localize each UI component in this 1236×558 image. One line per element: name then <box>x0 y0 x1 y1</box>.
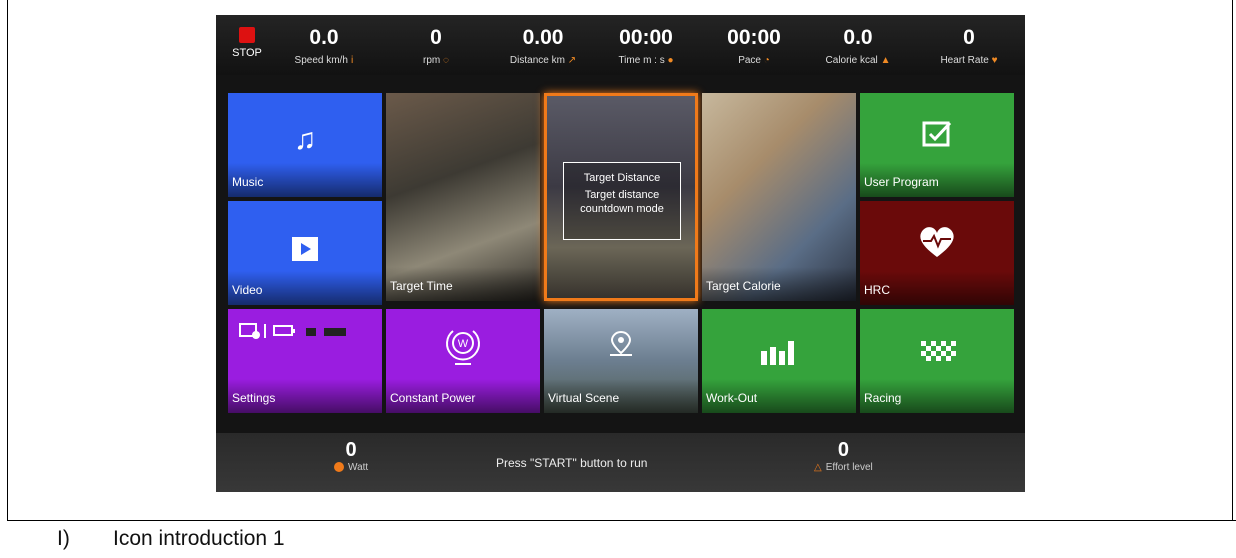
pace-icon: ◔ <box>763 55 770 66</box>
distance-label: Distance km <box>509 55 565 66</box>
calorie-label: Calorie kcal <box>825 55 878 66</box>
rpm-metric: 0 rpm ◌ <box>396 26 476 67</box>
effort-label: Effort level <box>825 462 873 473</box>
tile-target-distance[interactable]: Target Distance Target distance countdow… <box>544 93 698 301</box>
checkered-flag-icon <box>860 337 1014 371</box>
bar-chart-icon <box>702 339 856 373</box>
watt-label: Watt <box>348 462 369 473</box>
stop-label: STOP <box>232 47 262 59</box>
tile-user-program-label: User Program <box>864 175 939 189</box>
effort-readout: 0 △ Effort level <box>814 439 873 473</box>
heart-rate-value: 0 <box>963 26 975 49</box>
target-distance-title: Target Distance <box>583 172 661 184</box>
tile-hrc-label: HRC <box>864 283 890 297</box>
heart-pulse-icon <box>860 225 1014 267</box>
stop-button[interactable]: STOP <box>218 23 276 71</box>
distance-icon: ↗ <box>567 55 577 66</box>
speed-value: 0.0 <box>309 26 339 49</box>
speed-metric: 0.0 Speed km/h ⅰ <box>274 26 374 67</box>
tile-work-out-label: Work-Out <box>706 391 758 405</box>
caption-text: Icon introduction 1 <box>113 527 285 550</box>
target-distance-desc-2: countdown mode <box>580 203 664 215</box>
speed-label: Speed km/h <box>294 55 348 66</box>
settings-icons <box>238 321 370 348</box>
distance-metric: 0.00 Distance km ↗ <box>490 26 596 67</box>
heart-icon: ♥ <box>991 55 998 66</box>
tile-virtual-scene[interactable]: Virtual Scene <box>544 309 698 413</box>
tile-music-label: Music <box>232 175 264 189</box>
tile-video[interactable]: Video <box>228 201 382 305</box>
figure-caption: I) Icon introduction 1 <box>57 527 285 551</box>
tile-video-label: Video <box>232 283 263 297</box>
tile-hrc[interactable]: HRC <box>860 201 1014 305</box>
pace-value: 00:00 <box>727 26 781 49</box>
start-prompt: Press "START" button to run <box>496 456 648 470</box>
rpm-label: rpm <box>423 55 441 66</box>
tile-constant-power-label: Constant Power <box>390 391 476 405</box>
distance-value: 0.00 <box>522 26 564 49</box>
heart-rate-metric: 0 Heart Rate ♥ <box>916 26 1022 67</box>
effort-icon: △ <box>814 462 822 473</box>
power-watt-icon: W <box>386 323 540 375</box>
watt-readout: 0 Watt <box>334 439 368 473</box>
watt-icon <box>334 462 344 473</box>
pace-metric: 00:00 Pace ◔ <box>706 26 802 67</box>
tile-virtual-scene-label: Virtual Scene <box>548 391 620 405</box>
tile-settings-label: Settings <box>232 391 276 405</box>
tile-target-time-label: Target Time <box>390 279 453 293</box>
map-pin-icon <box>544 329 698 367</box>
music-note-icon: ♫ <box>293 123 317 156</box>
tile-settings[interactable]: Settings <box>228 309 382 413</box>
rpm-value: 0 <box>430 26 442 49</box>
play-icon <box>228 235 382 269</box>
stop-icon <box>239 27 255 43</box>
time-metric: 00:00 Time m : s ● <box>598 26 694 67</box>
checkbox-edit-icon <box>860 119 1014 157</box>
divider <box>7 520 1236 521</box>
calorie-value: 0.0 <box>843 26 873 49</box>
tile-target-calorie-label: Target Calorie <box>706 279 781 293</box>
calorie-metric: 0.0 Calorie kcal ▲ <box>810 26 906 67</box>
time-label: Time m : s <box>618 55 665 66</box>
target-distance-desc-1: Target distance <box>584 189 660 201</box>
effort-value: 0 <box>837 439 849 461</box>
time-value: 00:00 <box>619 26 673 49</box>
footer-bar: 0 Watt Press "START" button to run 0 △ Ef… <box>216 433 1025 492</box>
tile-racing[interactable]: Racing <box>860 309 1014 413</box>
pace-label: Pace <box>738 55 761 66</box>
speed-icon: ⅰ <box>350 55 354 66</box>
power-watt-letter: W <box>458 338 469 350</box>
tile-target-calorie[interactable]: Target Calorie <box>702 93 856 301</box>
tile-target-time[interactable]: Target Time <box>386 93 540 301</box>
clock-icon: ● <box>667 55 674 66</box>
heart-rate-label: Heart Rate <box>940 55 989 66</box>
tile-music[interactable]: ♫ Music <box>228 93 382 197</box>
tile-work-out[interactable]: Work-Out <box>702 309 856 413</box>
flame-icon: ▲ <box>880 55 891 66</box>
console-screen: STOP 0.0 Speed km/h ⅰ 0 rpm ◌ 0.00 Dista… <box>216 15 1025 492</box>
tile-user-program[interactable]: User Program <box>860 93 1014 197</box>
target-distance-info: Target Distance Target distance countdow… <box>563 162 681 240</box>
rpm-icon: ◌ <box>443 55 449 66</box>
status-bar: STOP 0.0 Speed km/h ⅰ 0 rpm ◌ 0.00 Dista… <box>216 15 1025 75</box>
watt-value: 0 <box>345 439 357 461</box>
tile-constant-power[interactable]: W Constant Power <box>386 309 540 413</box>
caption-number: I) <box>57 527 70 550</box>
tile-racing-label: Racing <box>864 391 902 405</box>
